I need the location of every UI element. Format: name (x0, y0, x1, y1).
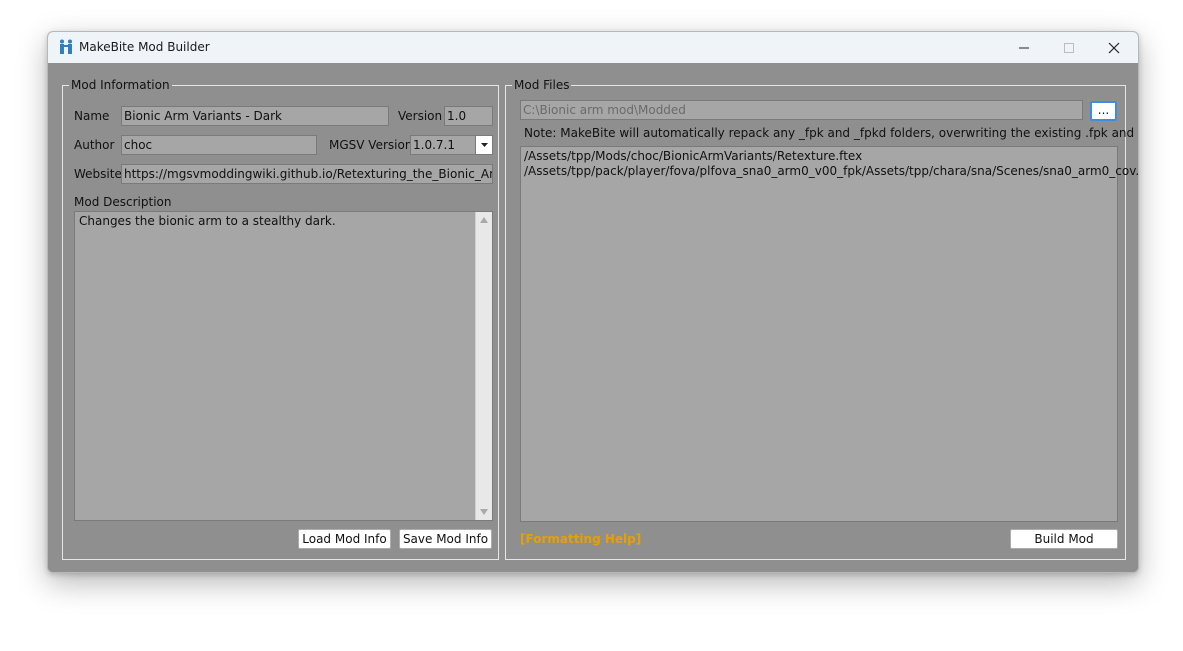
repack-note: Note: MakeBite will automatically repack… (524, 126, 1139, 140)
build-mod-button[interactable]: Build Mod (1010, 529, 1118, 549)
description-label: Mod Description (74, 195, 172, 209)
mod-files-title: Mod Files (512, 78, 572, 92)
window-title: MakeBite Mod Builder (79, 40, 210, 54)
description-text: Changes the bionic arm to a stealthy dar… (79, 214, 336, 228)
load-mod-info-button[interactable]: Load Mod Info (298, 529, 391, 549)
name-input[interactable]: Bionic Arm Variants - Dark (121, 106, 389, 126)
website-input[interactable]: https://mgsvmoddingwiki.github.io/Retext… (121, 164, 493, 184)
version-label: Version (398, 109, 443, 123)
minimize-icon (1019, 47, 1029, 48)
scroll-up-icon[interactable] (480, 217, 488, 223)
mod-information-group: Mod Information Name Bionic Arm Variants… (62, 78, 499, 560)
description-scrollbar[interactable] (475, 212, 492, 520)
author-label: Author (74, 138, 115, 152)
formatting-help-link[interactable]: [Formatting Help] (520, 532, 641, 546)
mgsv-version-select[interactable]: 1.0.7.1 (410, 135, 493, 155)
close-button[interactable] (1091, 32, 1137, 63)
website-label: Website (74, 167, 122, 181)
mgsv-version-value: 1.0.7.1 (413, 138, 455, 152)
description-textarea[interactable]: Changes the bionic arm to a stealthy dar… (74, 211, 493, 521)
mod-information-title: Mod Information (69, 78, 172, 92)
minimize-button[interactable] (1001, 32, 1047, 63)
save-mod-info-button[interactable]: Save Mod Info (399, 529, 492, 549)
close-icon (1108, 42, 1120, 53)
maximize-button[interactable] (1046, 32, 1092, 63)
version-input[interactable]: 1.0 (444, 106, 493, 126)
chevron-down-icon[interactable] (475, 136, 492, 154)
makebite-app-icon (60, 39, 72, 54)
browse-folder-button[interactable]: ... (1090, 101, 1117, 121)
mod-folder-path-input[interactable]: C:\Bionic arm mod\Modded (520, 100, 1083, 120)
window-client: Mod Information Name Bionic Arm Variants… (48, 63, 1138, 572)
mod-files-list[interactable]: /Assets/tpp/Mods/choc/BionicArmVariants/… (520, 146, 1138, 522)
author-input[interactable]: choc (121, 135, 317, 155)
list-item[interactable]: /Assets/tpp/pack/player/fova/plfova_sna0… (524, 164, 1138, 179)
name-label: Name (74, 109, 110, 123)
maximize-icon (1064, 42, 1074, 53)
list-item[interactable]: /Assets/tpp/Mods/choc/BionicArmVariants/… (524, 149, 1114, 164)
scroll-down-icon[interactable] (480, 509, 488, 515)
mgsv-version-label: MGSV Version (329, 138, 413, 152)
app-window: MakeBite Mod Builder Mod Information Nam… (47, 31, 1139, 573)
mod-files-group: Mod Files C:\Bionic arm mod\Modded ... N… (505, 78, 1138, 560)
title-bar[interactable]: MakeBite Mod Builder (48, 32, 1138, 63)
